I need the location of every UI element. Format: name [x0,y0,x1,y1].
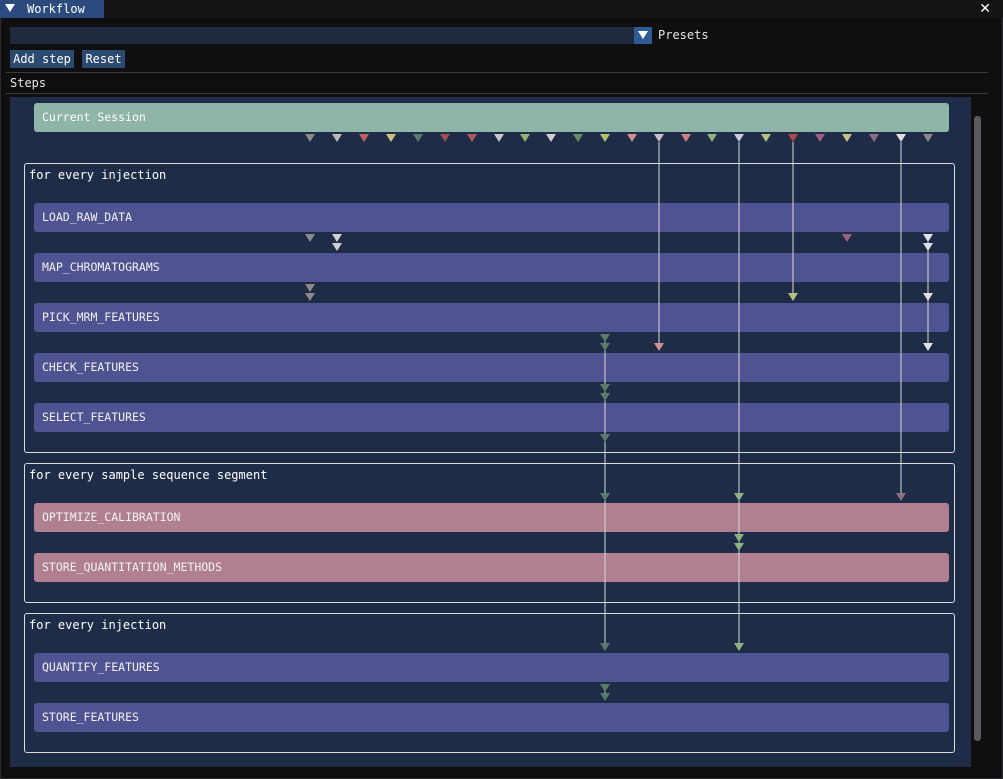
collapse-triangle-icon[interactable] [5,4,15,12]
window-title-tab[interactable]: Workflow [0,0,104,18]
group-frame-sequence-segment [24,463,955,603]
node-check-features[interactable]: CHECK_FEATURES [34,353,949,382]
steps-header: Steps [10,76,47,90]
node-label: SELECT_FEATURES [42,410,146,424]
separator [6,93,988,94]
node-quantify-features[interactable]: QUANTIFY_FEATURES [34,653,949,682]
window-titlebar: Workflow ✕ [0,0,1003,18]
node-load-raw-data[interactable]: LOAD_RAW_DATA [34,203,949,232]
window-title: Workflow [27,2,85,16]
chevron-down-icon [638,31,648,39]
node-label: STORE_FEATURES [42,710,139,724]
node-select-features[interactable]: SELECT_FEATURES [34,403,949,432]
node-pick-mrm-features[interactable]: PICK_MRM_FEATURES [34,303,949,332]
group-label: for every injection [29,618,167,632]
node-label: LOAD_RAW_DATA [42,210,133,224]
reset-button[interactable]: Reset [82,50,125,68]
node-label: PICK_MRM_FEATURES [42,310,160,324]
group-label: for every injection [29,168,167,182]
presets-combo[interactable] [10,27,652,44]
add-step-button[interactable]: Add step [10,50,74,68]
node-label: Current Session [42,110,146,124]
group-label: for every sample sequence segment [29,468,268,482]
group-frame-injection-2 [24,613,955,753]
node-label: MAP_CHROMATOGRAMS [42,260,160,274]
node-store-features[interactable]: STORE_FEATURES [34,703,949,732]
presets-combo-arrow-button[interactable] [634,27,652,44]
node-optimize-calibration[interactable]: OPTIMIZE_CALIBRATION [34,503,949,532]
node-label: STORE_QUANTITATION_METHODS [42,560,223,574]
node-label: CHECK_FEATURES [42,360,139,374]
node-store-quantitation-methods[interactable]: STORE_QUANTITATION_METHODS [34,553,949,582]
presets-label: Presets [658,28,709,42]
scrollbar-thumb[interactable] [974,116,981,741]
node-label: OPTIMIZE_CALIBRATION [42,510,181,524]
close-icon[interactable]: ✕ [979,0,991,18]
separator [6,72,988,73]
node-current-session[interactable]: Current Session [34,103,949,132]
node-map-chromatograms[interactable]: MAP_CHROMATOGRAMS [34,253,949,282]
node-label: QUANTIFY_FEATURES [42,660,160,674]
